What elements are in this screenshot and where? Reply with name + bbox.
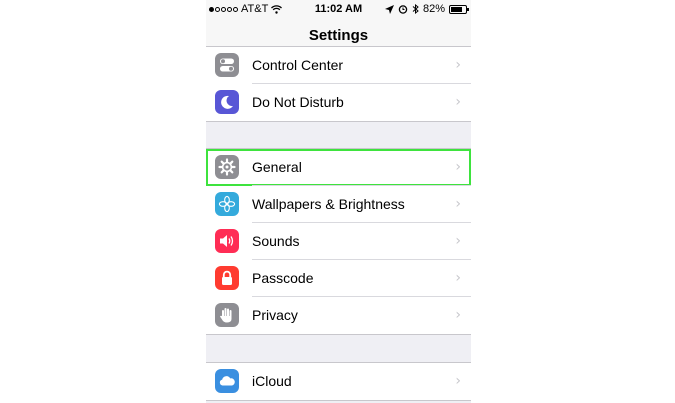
settings-row-control-center[interactable]: Control Center › — [206, 47, 471, 84]
settings-group-accounts: iCloud › — [206, 362, 471, 401]
battery-icon — [449, 4, 469, 14]
settings-row-sounds[interactable]: Sounds › — [206, 223, 471, 260]
settings-row-privacy[interactable]: Privacy › — [206, 297, 471, 334]
control-center-icon — [215, 53, 239, 77]
hand-icon — [215, 303, 239, 327]
settings-row-do-not-disturb[interactable]: Do Not Disturb › — [206, 84, 471, 121]
chevron-right-icon: › — [455, 159, 461, 175]
chevron-right-icon: › — [455, 270, 461, 286]
settings-screen: AT&T 11:02 AM 82% Settings Control Cente… — [206, 0, 471, 403]
location-arrow-icon — [384, 4, 394, 14]
status-right: 82% — [384, 3, 469, 15]
chevron-right-icon: › — [455, 373, 461, 389]
settings-row-label: General — [252, 159, 302, 175]
settings-row-label: Privacy — [252, 307, 298, 323]
chevron-right-icon: › — [455, 196, 461, 212]
settings-group-system: Control Center › Do Not Disturb › — [206, 46, 471, 122]
settings-row-label: iCloud — [252, 373, 292, 389]
settings-row-icloud[interactable]: iCloud › — [206, 363, 471, 400]
cloud-icon — [215, 369, 239, 393]
settings-row-passcode[interactable]: Passcode › — [206, 260, 471, 297]
chevron-right-icon: › — [455, 94, 461, 110]
settings-group-device: General › Wallpapers & Brightness › Soun… — [206, 148, 471, 335]
settings-row-label: Wallpapers & Brightness — [252, 196, 405, 212]
battery-percent: 82% — [422, 3, 445, 15]
flower-icon — [215, 192, 239, 216]
settings-row-general[interactable]: General › — [206, 149, 471, 186]
status-bar: AT&T 11:02 AM 82% — [206, 0, 471, 20]
settings-row-label: Do Not Disturb — [252, 94, 344, 110]
moon-icon — [215, 90, 239, 114]
gear-icon — [215, 155, 239, 179]
settings-row-wallpapers-brightness[interactable]: Wallpapers & Brightness › — [206, 186, 471, 223]
settings-row-label: Passcode — [252, 270, 314, 286]
lock-icon — [215, 266, 239, 290]
speaker-icon — [215, 229, 239, 253]
chevron-right-icon: › — [455, 307, 461, 323]
settings-row-label: Sounds — [252, 233, 300, 249]
bluetooth-icon — [412, 4, 419, 14]
chevron-right-icon: › — [455, 233, 461, 249]
chevron-right-icon: › — [455, 57, 461, 73]
settings-row-label: Control Center — [252, 57, 344, 73]
alarm-icon — [398, 5, 408, 14]
